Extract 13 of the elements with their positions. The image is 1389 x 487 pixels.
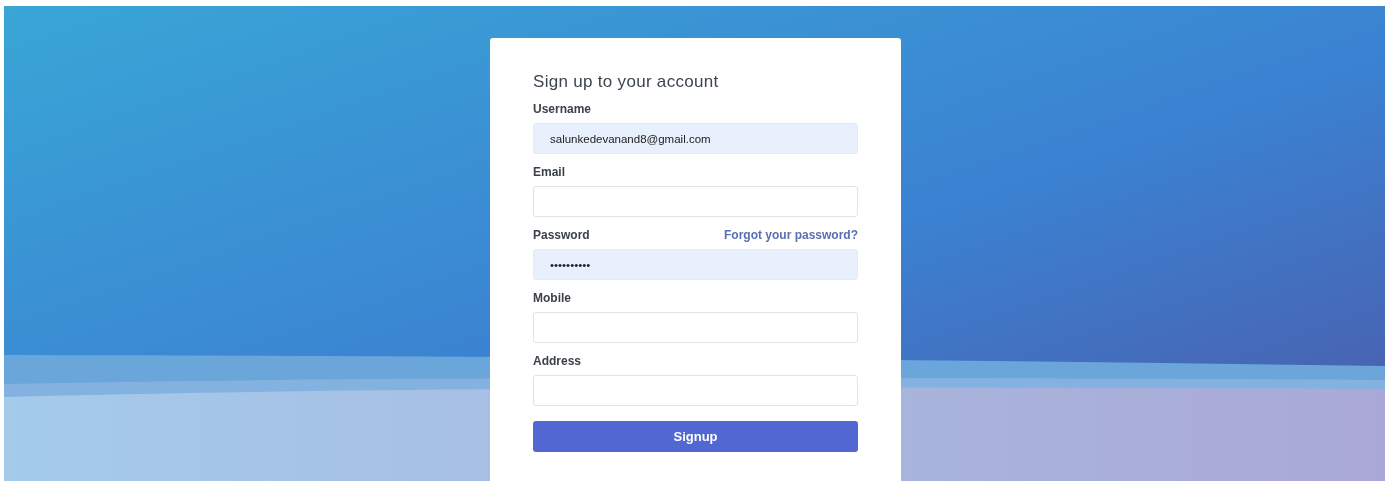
signup-button[interactable]: Signup	[533, 421, 858, 453]
input-field[interactable]: salunkedevanand8@gmail.com	[533, 123, 858, 155]
input-field[interactable]	[533, 186, 858, 218]
field-label: Password	[533, 227, 590, 245]
input-field[interactable]: ••••••••••	[533, 249, 858, 281]
field-label: Username	[533, 101, 592, 119]
form-title: Sign up to your account	[533, 72, 720, 93]
field-label: Address	[533, 353, 582, 371]
field-label: Mobile	[533, 290, 571, 308]
input-field[interactable]	[533, 312, 858, 344]
field-label: Email	[533, 164, 565, 182]
forgot-password-link[interactable]: Forgot your password?	[724, 226, 858, 245]
input-field[interactable]	[533, 375, 858, 407]
